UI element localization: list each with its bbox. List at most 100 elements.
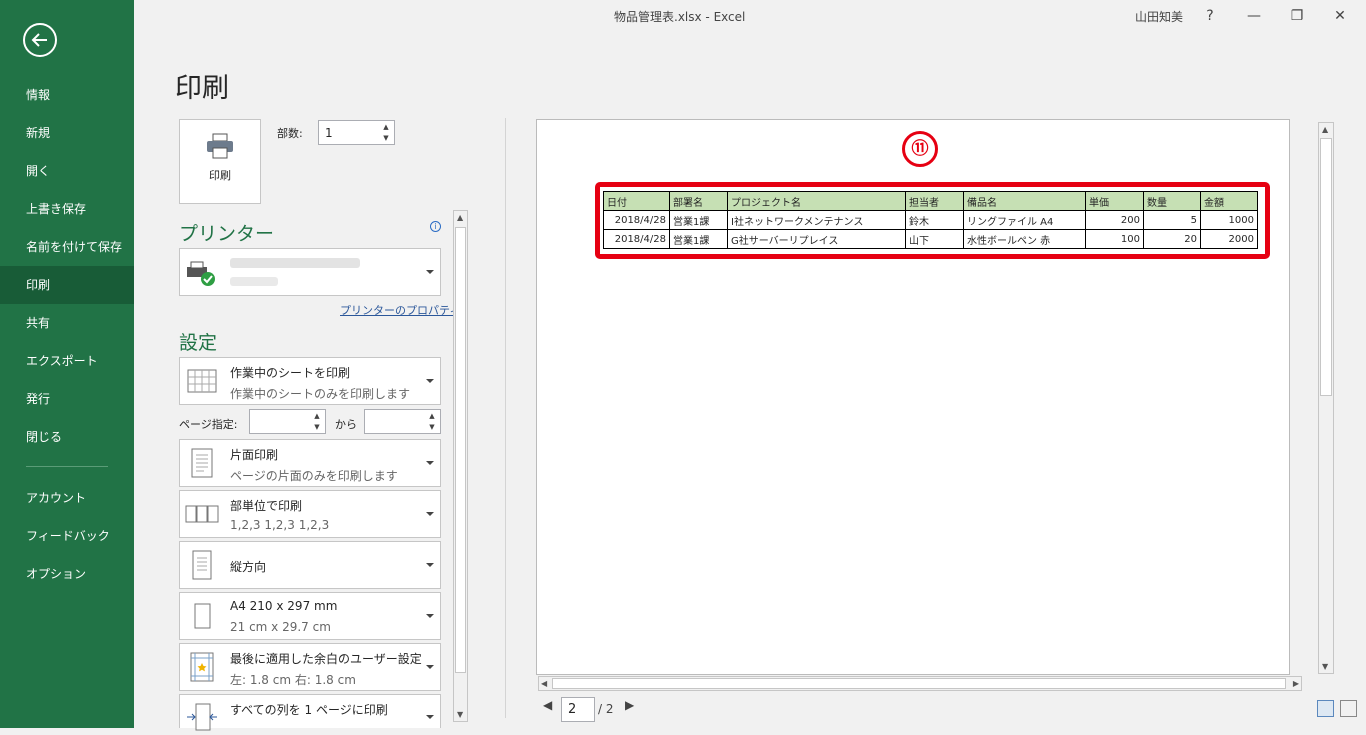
spin-down-icon[interactable]: ▼ <box>311 422 323 433</box>
spin-down-icon[interactable]: ▼ <box>426 422 438 433</box>
collate-dropdown[interactable]: 部単位で印刷 1,2,3 1,2,3 1,2,3 <box>179 490 441 538</box>
nav-save[interactable]: 上書き保存 <box>0 190 134 228</box>
print-button-label: 印刷 <box>209 169 231 182</box>
nav-publish[interactable]: 発行 <box>0 380 134 418</box>
preview-table: 日付 部署名 プロジェクト名 担当者 備品名 単価 数量 金額 2018/4/2… <box>603 191 1258 249</box>
header-cell: 金額 <box>1200 191 1258 211</box>
settings-heading: 設定 <box>179 332 218 354</box>
table-cell: 20 <box>1143 229 1201 249</box>
header-cell: 日付 <box>603 191 670 211</box>
print-what-dropdown[interactable]: 作業中のシートを印刷 作業中のシートのみを印刷します <box>179 357 441 405</box>
margins-dropdown[interactable]: 最後に適用した余白のユーザー設定 左: 1.8 cm 右: 1.8 cm <box>179 643 441 691</box>
preview-vertical-scrollbar[interactable]: ▲ ▼ <box>1318 122 1334 674</box>
scrollbar-thumb[interactable] <box>1320 138 1332 396</box>
fit-columns-icon <box>187 703 217 731</box>
paper-size-title: A4 210 x 297 mm <box>230 599 338 613</box>
nav-divider <box>26 466 108 467</box>
printer-status-blurred <box>230 277 278 286</box>
header-cell: プロジェクト名 <box>727 191 906 211</box>
minimize-button[interactable]: — <box>1242 4 1266 28</box>
table-cell: 100 <box>1085 229 1144 249</box>
nav-open[interactable]: 開く <box>0 152 134 190</box>
scroll-up-icon[interactable]: ▲ <box>457 213 463 222</box>
copies-label: 部数: <box>277 127 303 140</box>
table-cell: 鈴木 <box>905 210 964 230</box>
collate-title: 部単位で印刷 <box>230 499 303 513</box>
info-icon[interactable]: i <box>430 221 441 232</box>
spin-up-icon[interactable]: ▲ <box>426 411 438 422</box>
chevron-down-icon <box>426 563 434 567</box>
scroll-left-icon[interactable]: ◀ <box>541 679 547 688</box>
table-cell: 山下 <box>905 229 964 249</box>
header-cell: 部署名 <box>669 191 728 211</box>
page-total: / 2 <box>598 702 614 716</box>
nav-options[interactable]: オプション <box>0 555 134 593</box>
copies-spinner[interactable]: 1 ▲ ▼ <box>318 120 395 145</box>
header-cell: 担当者 <box>905 191 964 211</box>
nav-share[interactable]: 共有 <box>0 304 134 342</box>
title-bar: 物品管理表.xlsx - Excel 山田知美 ? — ❐ ✕ <box>134 0 1366 32</box>
scaling-dropdown[interactable]: すべての列を 1 ページに印刷 <box>179 694 441 731</box>
scroll-down-icon[interactable]: ▼ <box>1322 662 1328 671</box>
scrollbar-thumb[interactable] <box>552 678 1286 689</box>
next-page-icon[interactable]: ▶ <box>625 698 634 712</box>
nav-feedback[interactable]: フィードバック <box>0 517 134 555</box>
printer-dropdown[interactable] <box>179 248 441 296</box>
scaling-title: すべての列を 1 ページに印刷 <box>230 703 388 717</box>
scrollbar-thumb[interactable] <box>455 227 466 673</box>
nav-close[interactable]: 閉じる <box>0 418 134 456</box>
page-number-input[interactable]: 2 <box>561 697 595 722</box>
print-what-desc: 作業中のシートのみを印刷します <box>230 387 411 401</box>
paper-size-dropdown[interactable]: A4 210 x 297 mm 21 cm x 29.7 cm <box>179 592 441 640</box>
back-button[interactable] <box>23 23 57 57</box>
help-button[interactable]: ? <box>1198 4 1222 28</box>
back-arrow-icon <box>31 33 47 47</box>
orientation-dropdown[interactable]: 縦方向 <box>179 541 441 589</box>
scroll-down-icon[interactable]: ▼ <box>457 710 463 719</box>
print-what-title: 作業中のシートを印刷 <box>230 366 351 380</box>
spin-up-icon[interactable]: ▲ <box>311 411 323 422</box>
table-row: 2018/4/28 営業1課 I社ネットワークメンテナンス 鈴木 リングファイル… <box>603 210 1258 230</box>
margins-title: 最後に適用した余白のユーザー設定 <box>230 652 422 666</box>
scroll-right-icon[interactable]: ▶ <box>1293 679 1299 688</box>
print-button[interactable]: 印刷 <box>179 119 261 204</box>
scroll-up-icon[interactable]: ▲ <box>1322 125 1328 134</box>
portrait-icon <box>192 550 212 580</box>
margins-icon <box>190 652 214 682</box>
nav-export[interactable]: エクスポート <box>0 342 134 380</box>
spin-down-icon[interactable]: ▼ <box>380 133 392 144</box>
nav-print[interactable]: 印刷 <box>0 266 134 304</box>
table-cell: 200 <box>1085 210 1144 230</box>
nav-new[interactable]: 新規 <box>0 114 134 152</box>
close-button[interactable]: ✕ <box>1328 4 1352 28</box>
printer-name-blurred <box>230 258 360 268</box>
printer-icon <box>207 133 233 159</box>
user-name[interactable]: 山田知美 <box>1135 8 1183 25</box>
window-title: 物品管理表.xlsx - Excel <box>614 10 746 24</box>
chevron-down-icon <box>426 379 434 383</box>
page-title: 印刷 <box>175 73 229 104</box>
sides-dropdown[interactable]: 片面印刷 ページの片面のみを印刷します <box>179 439 441 487</box>
orientation-title: 縦方向 <box>230 560 267 574</box>
show-margins-icon[interactable] <box>1317 700 1334 717</box>
printer-properties-link[interactable]: プリンターのプロパティ <box>340 302 460 318</box>
pages-from-spinner[interactable]: ▲ ▼ <box>249 409 326 434</box>
pages-label: ページ指定: <box>179 418 238 431</box>
pages-to-spinner[interactable]: ▲ ▼ <box>364 409 441 434</box>
chevron-down-icon <box>426 270 434 274</box>
nav-account[interactable]: アカウント <box>0 479 134 517</box>
table-cell: 水性ボールペン 赤 <box>963 229 1086 249</box>
table-cell: 2018/4/28 <box>603 210 670 230</box>
table-cell: 営業1課 <box>669 229 728 249</box>
spin-up-icon[interactable]: ▲ <box>380 122 392 133</box>
settings-scrollbar[interactable]: ▲ ▼ <box>453 210 468 722</box>
zoom-to-page-icon[interactable] <box>1340 700 1357 717</box>
restore-button[interactable]: ❐ <box>1285 4 1309 28</box>
table-cell: リングファイル A4 <box>963 210 1086 230</box>
prev-page-icon[interactable]: ◀ <box>543 698 552 712</box>
table-header-row: 日付 部署名 プロジェクト名 担当者 備品名 単価 数量 金額 <box>603 191 1258 211</box>
preview-horizontal-scrollbar[interactable]: ◀ ▶ <box>538 676 1302 691</box>
nav-save-as[interactable]: 名前を付けて保存 <box>0 228 134 266</box>
nav-info[interactable]: 情報 <box>0 76 134 114</box>
sheet-grid-icon <box>187 369 217 393</box>
